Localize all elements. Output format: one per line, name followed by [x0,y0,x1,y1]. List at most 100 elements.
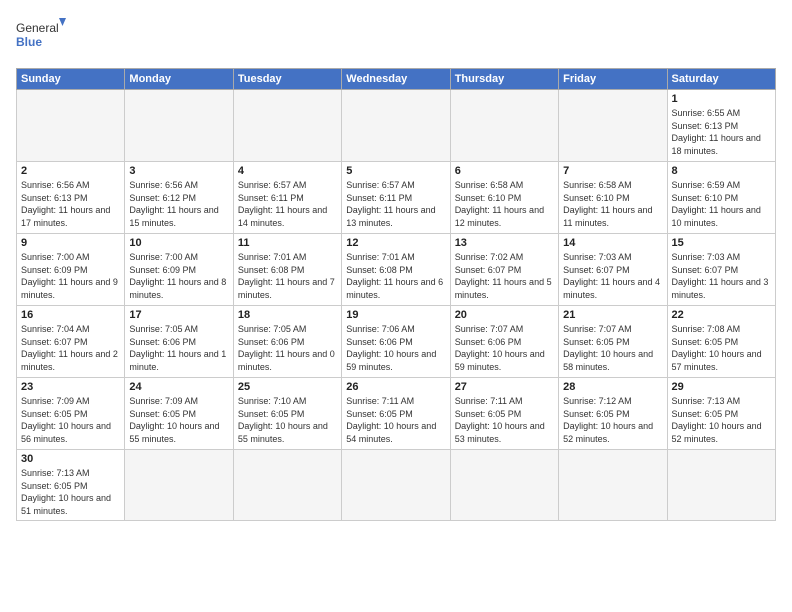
logo-svg: General Blue [16,16,66,58]
calendar-cell [342,450,450,521]
day-number: 23 [21,381,120,393]
calendar-table: SundayMondayTuesdayWednesdayThursdayFrid… [16,68,776,521]
day-number: 29 [672,381,771,393]
page-header: General Blue [16,16,776,58]
weekday-header-monday: Monday [125,69,233,90]
calendar-cell: 19 Sunrise: 7:06 AMSunset: 6:06 PMDaylig… [342,306,450,378]
calendar-cell: 4 Sunrise: 6:57 AMSunset: 6:11 PMDayligh… [233,162,341,234]
calendar-cell: 17 Sunrise: 7:05 AMSunset: 6:06 PMDaylig… [125,306,233,378]
day-number: 25 [238,381,337,393]
calendar-week-1: 1 Sunrise: 6:55 AMSunset: 6:13 PMDayligh… [17,90,776,162]
weekday-header-thursday: Thursday [450,69,558,90]
day-info: Sunrise: 6:57 AMSunset: 6:11 PMDaylight:… [238,180,327,228]
weekday-header-friday: Friday [559,69,667,90]
day-number: 11 [238,237,337,249]
day-info: Sunrise: 7:04 AMSunset: 6:07 PMDaylight:… [21,324,118,372]
day-info: Sunrise: 6:58 AMSunset: 6:10 PMDaylight:… [455,180,544,228]
calendar-cell: 8 Sunrise: 6:59 AMSunset: 6:10 PMDayligh… [667,162,775,234]
day-number: 22 [672,309,771,321]
calendar-cell: 24 Sunrise: 7:09 AMSunset: 6:05 PMDaylig… [125,378,233,450]
calendar-cell [233,450,341,521]
calendar-cell [233,90,341,162]
calendar-cell: 10 Sunrise: 7:00 AMSunset: 6:09 PMDaylig… [125,234,233,306]
day-number: 19 [346,309,445,321]
day-number: 24 [129,381,228,393]
calendar-cell: 1 Sunrise: 6:55 AMSunset: 6:13 PMDayligh… [667,90,775,162]
svg-text:General: General [16,21,59,35]
calendar-cell: 28 Sunrise: 7:12 AMSunset: 6:05 PMDaylig… [559,378,667,450]
weekday-header-wednesday: Wednesday [342,69,450,90]
svg-text:Blue: Blue [16,35,42,49]
day-info: Sunrise: 7:10 AMSunset: 6:05 PMDaylight:… [238,396,328,444]
calendar-cell: 11 Sunrise: 7:01 AMSunset: 6:08 PMDaylig… [233,234,341,306]
day-info: Sunrise: 7:02 AMSunset: 6:07 PMDaylight:… [455,252,552,300]
weekday-header-row: SundayMondayTuesdayWednesdayThursdayFrid… [17,69,776,90]
calendar-week-4: 16 Sunrise: 7:04 AMSunset: 6:07 PMDaylig… [17,306,776,378]
calendar-cell: 2 Sunrise: 6:56 AMSunset: 6:13 PMDayligh… [17,162,125,234]
day-number: 13 [455,237,554,249]
calendar-cell [342,90,450,162]
calendar-cell: 3 Sunrise: 6:56 AMSunset: 6:12 PMDayligh… [125,162,233,234]
day-number: 27 [455,381,554,393]
calendar-cell: 15 Sunrise: 7:03 AMSunset: 6:07 PMDaylig… [667,234,775,306]
day-info: Sunrise: 7:01 AMSunset: 6:08 PMDaylight:… [346,252,443,300]
calendar-cell: 16 Sunrise: 7:04 AMSunset: 6:07 PMDaylig… [17,306,125,378]
day-info: Sunrise: 7:03 AMSunset: 6:07 PMDaylight:… [672,252,769,300]
day-number: 1 [672,93,771,105]
day-info: Sunrise: 6:59 AMSunset: 6:10 PMDaylight:… [672,180,761,228]
calendar-cell: 22 Sunrise: 7:08 AMSunset: 6:05 PMDaylig… [667,306,775,378]
calendar-cell: 18 Sunrise: 7:05 AMSunset: 6:06 PMDaylig… [233,306,341,378]
calendar-cell [125,90,233,162]
calendar-cell [450,90,558,162]
calendar-cell: 14 Sunrise: 7:03 AMSunset: 6:07 PMDaylig… [559,234,667,306]
day-info: Sunrise: 7:07 AMSunset: 6:05 PMDaylight:… [563,324,653,372]
calendar-cell: 26 Sunrise: 7:11 AMSunset: 6:05 PMDaylig… [342,378,450,450]
day-number: 16 [21,309,120,321]
day-number: 30 [21,453,120,465]
day-number: 2 [21,165,120,177]
day-info: Sunrise: 6:57 AMSunset: 6:11 PMDaylight:… [346,180,435,228]
day-number: 9 [21,237,120,249]
calendar-cell: 30 Sunrise: 7:13 AMSunset: 6:05 PMDaylig… [17,450,125,521]
calendar-week-6: 30 Sunrise: 7:13 AMSunset: 6:05 PMDaylig… [17,450,776,521]
day-info: Sunrise: 7:13 AMSunset: 6:05 PMDaylight:… [21,468,111,516]
day-number: 5 [346,165,445,177]
day-number: 12 [346,237,445,249]
day-info: Sunrise: 6:55 AMSunset: 6:13 PMDaylight:… [672,108,761,156]
calendar-cell: 25 Sunrise: 7:10 AMSunset: 6:05 PMDaylig… [233,378,341,450]
day-number: 26 [346,381,445,393]
calendar-cell: 20 Sunrise: 7:07 AMSunset: 6:06 PMDaylig… [450,306,558,378]
day-info: Sunrise: 7:12 AMSunset: 6:05 PMDaylight:… [563,396,653,444]
calendar-week-3: 9 Sunrise: 7:00 AMSunset: 6:09 PMDayligh… [17,234,776,306]
day-info: Sunrise: 7:11 AMSunset: 6:05 PMDaylight:… [346,396,436,444]
calendar-cell: 12 Sunrise: 7:01 AMSunset: 6:08 PMDaylig… [342,234,450,306]
day-info: Sunrise: 7:05 AMSunset: 6:06 PMDaylight:… [238,324,335,372]
calendar-cell [125,450,233,521]
calendar-cell: 9 Sunrise: 7:00 AMSunset: 6:09 PMDayligh… [17,234,125,306]
calendar-week-5: 23 Sunrise: 7:09 AMSunset: 6:05 PMDaylig… [17,378,776,450]
calendar-week-2: 2 Sunrise: 6:56 AMSunset: 6:13 PMDayligh… [17,162,776,234]
day-number: 20 [455,309,554,321]
day-info: Sunrise: 6:56 AMSunset: 6:13 PMDaylight:… [21,180,110,228]
day-info: Sunrise: 7:09 AMSunset: 6:05 PMDaylight:… [129,396,219,444]
day-info: Sunrise: 7:07 AMSunset: 6:06 PMDaylight:… [455,324,545,372]
calendar-cell [559,90,667,162]
day-number: 7 [563,165,662,177]
calendar-cell [667,450,775,521]
day-number: 4 [238,165,337,177]
day-number: 18 [238,309,337,321]
day-number: 14 [563,237,662,249]
day-number: 10 [129,237,228,249]
day-info: Sunrise: 7:01 AMSunset: 6:08 PMDaylight:… [238,252,335,300]
day-number: 28 [563,381,662,393]
day-info: Sunrise: 7:08 AMSunset: 6:05 PMDaylight:… [672,324,762,372]
calendar-cell: 6 Sunrise: 6:58 AMSunset: 6:10 PMDayligh… [450,162,558,234]
calendar-cell [17,90,125,162]
day-number: 15 [672,237,771,249]
logo: General Blue [16,16,66,58]
day-info: Sunrise: 7:13 AMSunset: 6:05 PMDaylight:… [672,396,762,444]
day-info: Sunrise: 6:58 AMSunset: 6:10 PMDaylight:… [563,180,652,228]
weekday-header-sunday: Sunday [17,69,125,90]
day-info: Sunrise: 7:05 AMSunset: 6:06 PMDaylight:… [129,324,226,372]
calendar-cell: 29 Sunrise: 7:13 AMSunset: 6:05 PMDaylig… [667,378,775,450]
